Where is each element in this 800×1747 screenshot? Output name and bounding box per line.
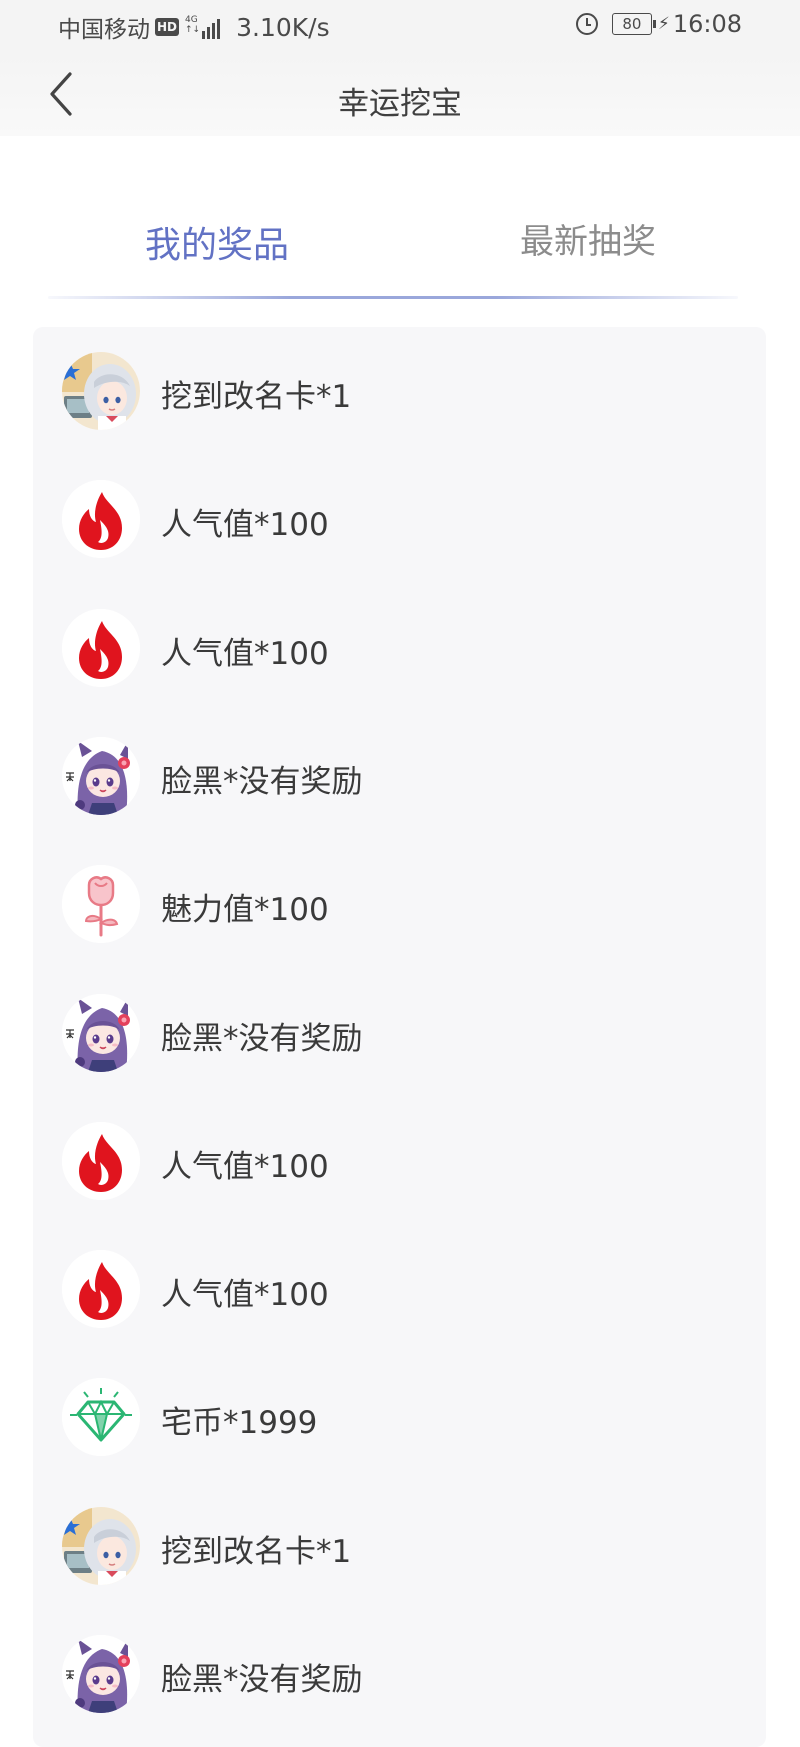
carrier-label: 中国移动: [58, 17, 150, 43]
prize-label: 魅力值*100: [161, 892, 329, 929]
status-left: 中国移动 HD 4G ↑↓ 3.10K/s: [58, 10, 330, 44]
prize-label: 人气值*100: [161, 1148, 329, 1185]
rose-icon: [62, 865, 140, 944]
tab-my-prizes[interactable]: 我的奖品: [145, 216, 289, 268]
prize-row: 脸黑*没有奖励: [33, 969, 766, 1097]
prize-icon: [62, 608, 140, 687]
prize-row: 脸黑*没有奖励: [33, 712, 766, 840]
prize-label: 人气值*100: [161, 1277, 329, 1314]
status-right: 80 ⚡ 16:08: [575, 10, 742, 38]
signal-icon: 4G ↑↓: [185, 15, 222, 39]
prize-label: 脸黑*没有奖励: [161, 1662, 363, 1698]
page-title: 幸运挖宝: [338, 86, 462, 122]
alarm-icon: [575, 13, 598, 35]
prize-label: 人气值*100: [161, 507, 329, 544]
prize-row: 挖到改名卡*1: [33, 1482, 766, 1610]
prize-label: 脸黑*没有奖励: [161, 763, 363, 800]
prize-icon: [62, 1635, 140, 1713]
net-speed: 3.10K/s: [236, 12, 330, 42]
tab-latest-draws[interactable]: 最新抽奖: [520, 214, 656, 263]
signal-bar: [217, 19, 221, 39]
prize-icon: [62, 865, 140, 944]
prize-icon: [62, 1378, 140, 1457]
clock: 16:08: [672, 10, 742, 38]
battery-level: 80: [611, 13, 652, 35]
signal-bar: [202, 31, 206, 39]
prize-icon: [62, 993, 140, 1072]
anime-girl-purple-hair-avatar: [62, 993, 140, 1072]
fire-icon: [62, 1121, 140, 1200]
network-type: 4G ↑↓: [185, 15, 200, 35]
prize-icon: [62, 1121, 140, 1200]
prize-row: 宅币*1999: [33, 1353, 766, 1481]
prize-icon: [62, 1250, 140, 1329]
fire-icon: [62, 480, 140, 559]
status-bar: 中国移动 HD 4G ↑↓ 3.10K/s 80 ⚡ 16:08: [0, 0, 800, 52]
charging-icon: ⚡: [657, 14, 670, 34]
fire-icon: [62, 608, 140, 687]
fire-icon: [62, 1250, 140, 1329]
prize-row: 挖到改名卡*1: [33, 327, 766, 455]
app-header: 幸运挖宝: [0, 52, 800, 136]
prize-row: 脸黑*没有奖励: [33, 1610, 766, 1738]
battery-cap: [652, 20, 656, 28]
battery-icon: 80: [611, 13, 656, 35]
network-type-label: 4G: [185, 15, 198, 25]
prize-icon: [62, 736, 140, 815]
prize-row: 人气值*100: [33, 584, 766, 712]
tab-indicator: [48, 296, 738, 299]
prize-icon: [62, 1506, 140, 1585]
anime-girl-purple-hair-avatar: [62, 1635, 140, 1713]
diamond-icon: [62, 1378, 140, 1457]
anime-girl-silver-hair-avatar: [62, 1506, 140, 1585]
network-activity-label: ↑↓: [185, 25, 201, 35]
signal-bar: [212, 23, 216, 39]
prize-icon: [62, 480, 140, 559]
prize-label: 宅币*1999: [161, 1405, 318, 1442]
signal-bar: [207, 27, 211, 39]
prize-label: 人气值*100: [161, 635, 329, 672]
anime-girl-silver-hair-avatar: [62, 352, 140, 430]
anime-girl-purple-hair-avatar: [62, 736, 140, 815]
hd-badge: HD: [155, 18, 180, 36]
prize-icon: [62, 352, 140, 430]
tab-bar: 我的奖品 最新抽奖: [0, 136, 800, 306]
prize-row: 人气值*100: [33, 455, 766, 583]
prize-row: 魅力值*100: [33, 840, 766, 968]
prize-row: 人气值*100: [33, 1225, 766, 1353]
prize-list: 挖到改名卡*1 人气值*100 人气值*100 脸黑*没有奖励 魅力值*100 …: [33, 327, 766, 1747]
prize-label: 脸黑*没有奖励: [161, 1020, 363, 1057]
prize-label: 挖到改名卡*1: [161, 379, 352, 415]
prize-row: 人气值*100: [33, 1097, 766, 1225]
prize-label: 挖到改名卡*1: [161, 1533, 352, 1570]
